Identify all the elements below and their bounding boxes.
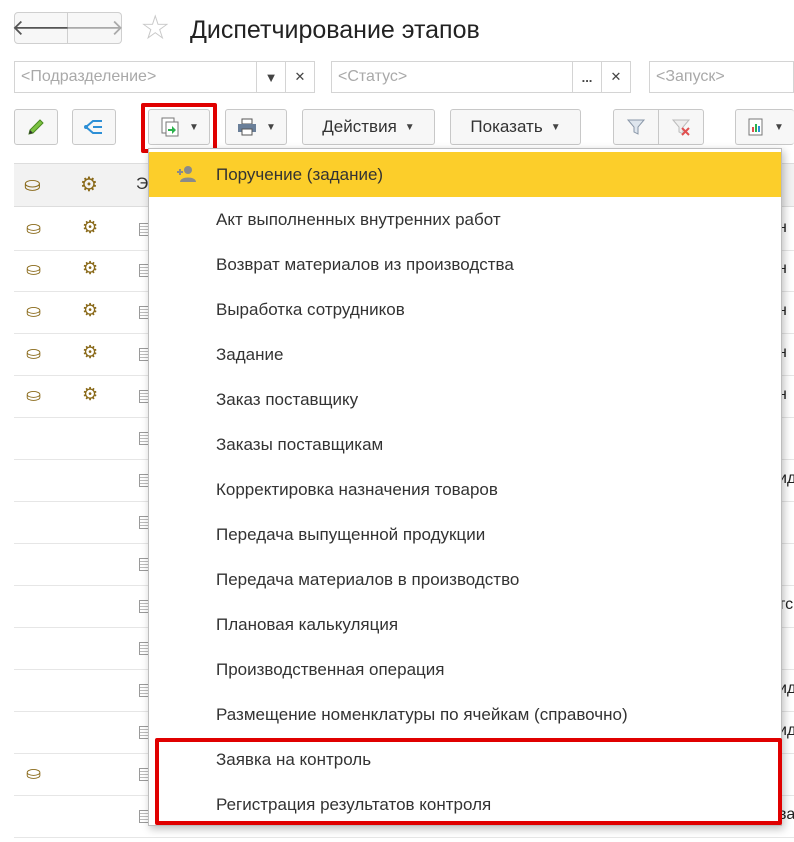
menu-item[interactable]: Корректировка назначения товаров [149,467,781,512]
gears-icon: ⚙ [82,258,99,278]
gears-icon: ⚙ [82,342,99,362]
menu-item-label: Акт выполненных внутренних работ [216,210,501,229]
table-row [14,837,794,838]
status-select-button[interactable]: ... [572,61,602,93]
stage-icon: ⛀ [26,259,42,279]
menu-item-label: Передача выпущенной продукции [216,525,486,544]
division-clear-button[interactable]: ✕ [285,61,315,93]
menu-item-label: Корректировка назначения товаров [216,480,498,499]
stage-icon: ⛀ [26,301,42,321]
menu-item-label: Производственная операция [216,660,445,679]
status-clear-button[interactable]: ✕ [601,61,631,93]
menu-item[interactable]: Поручение (задание) [149,152,781,197]
actions-button[interactable]: Действия ▼ [302,109,435,145]
page-title: Диспетчирование этапов [190,16,480,44]
chevron-down-icon: ▼ [550,121,561,133]
clear-filter-icon [671,119,691,136]
highlight-box [155,738,782,825]
menu-item[interactable]: Передача выпущенной продукции [149,512,781,557]
gears-icon: ⚙ [82,384,99,404]
launch-field[interactable]: <Запуск> [649,61,794,93]
menu-item-label: Передача материалов в производство [216,570,520,589]
filter-icon [626,119,646,135]
menu-item[interactable]: Возврат материалов из производства [149,242,781,287]
chevron-down-icon: ▼ [774,121,784,133]
show-button[interactable]: Показать ▼ [450,109,581,145]
print-icon [238,118,257,136]
show-label: Показать [470,117,543,136]
report-icon [748,118,763,136]
clear-filter-button[interactable] [658,109,704,145]
ellipsis-icon: ... [581,69,593,85]
edit-pencil-icon [28,119,44,135]
menu-item[interactable]: Размещение номенклатуры по ячейкам (спра… [149,692,781,737]
menu-item[interactable]: Заказы поставщикам [149,422,781,467]
print-button[interactable]: ▼ [225,109,287,145]
column-header-partial: Э [136,174,149,193]
chevron-down-icon: ▼ [404,121,415,133]
menu-item-label: Плановая калькуляция [216,615,399,634]
gears-icon: ⚙ [82,300,99,320]
close-icon: ✕ [294,69,306,84]
filter-button[interactable] [613,109,659,145]
menu-item-label: Возврат материалов из производства [216,255,514,274]
menu-item[interactable]: Производственная операция [149,647,781,692]
menu-item[interactable]: Заказ поставщику [149,377,781,422]
division-field[interactable]: <Подразделение> [14,61,257,93]
structure-button[interactable] [72,109,116,145]
menu-item-label: Размещение номенклатуры по ячейкам (спра… [216,705,628,724]
division-dropdown-button[interactable]: ▼ [256,61,286,93]
menu-item[interactable]: Плановая калькуляция [149,602,781,647]
stage-icon: ⛀ [24,174,41,196]
arrow-right-icon: 🡒 [65,15,124,40]
report-button[interactable]: ▼ [735,109,794,145]
create-based-on-menu: Поручение (задание) Акт выполненных внутр… [148,148,782,826]
close-icon: ✕ [610,69,622,84]
chevron-down-icon: ▼ [266,121,276,133]
gears-icon: ⚙ [82,217,99,237]
menu-item[interactable]: Задание [149,332,781,377]
menu-item[interactable]: Передача материалов в производство [149,557,781,602]
status-field[interactable]: <Статус> [331,61,573,93]
star-icon[interactable]: ☆ [140,10,170,46]
gears-icon: ⚙ [80,174,98,196]
menu-item-label: Заказы поставщикам [216,435,384,454]
stage-icon: ⛀ [26,343,42,363]
menu-item[interactable]: Акт выполненных внутренних работ [149,197,781,242]
add-person-icon [177,166,196,182]
menu-item-label: Заказ поставщику [216,390,359,409]
stage-icon: ⛀ [26,763,42,783]
back-button[interactable]: 🡐 [11,12,71,44]
stage-icon: ⛀ [26,218,42,238]
menu-item[interactable]: Выработка сотрудников [149,287,781,332]
structure-icon [84,120,102,134]
highlight-box [141,103,217,153]
chevron-down-icon: ▼ [264,69,278,85]
actions-label: Действия [322,117,397,136]
menu-item-label: Поручение (задание) [216,165,384,184]
stage-icon: ⛀ [26,385,42,405]
arrow-left-icon: 🡐 [11,15,71,40]
menu-item-label: Выработка сотрудников [216,300,405,319]
forward-button[interactable]: 🡒 [65,12,124,44]
menu-item-label: Задание [216,345,284,364]
edit-button[interactable] [14,109,58,145]
